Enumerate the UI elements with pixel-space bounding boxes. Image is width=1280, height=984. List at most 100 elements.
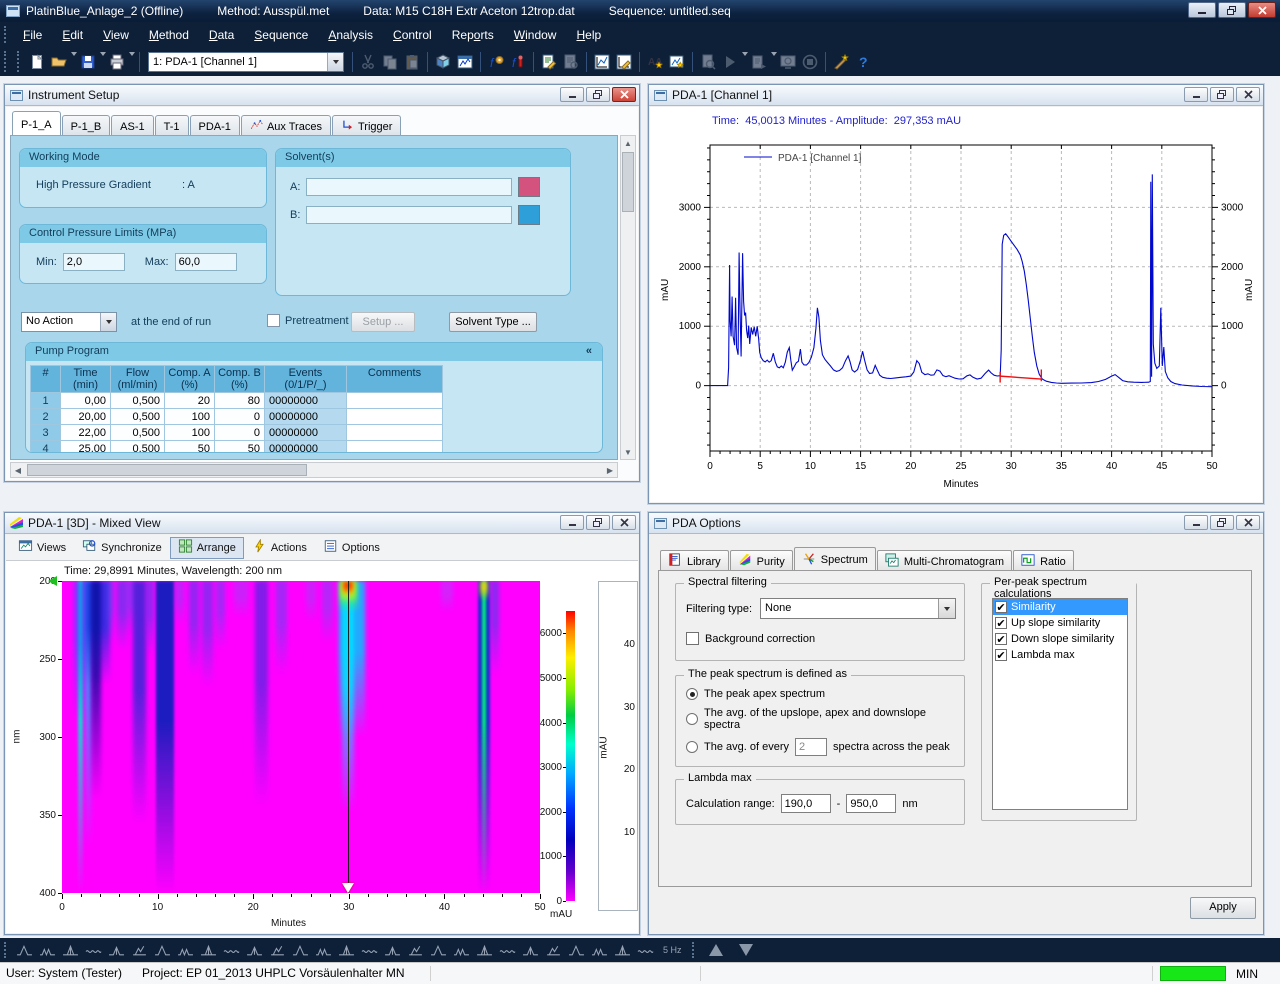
pump-table-row[interactable]: 10,000,500208000000000 — [31, 393, 443, 409]
close-button[interactable] — [1236, 515, 1260, 530]
channel-selector[interactable]: 1: PDA-1 [Channel 1] — [148, 52, 344, 72]
pump-cell[interactable]: 4 — [31, 441, 61, 454]
menu-item-analysis[interactable]: Analysis — [318, 25, 383, 45]
pump-cell[interactable]: 00000000 — [265, 409, 347, 425]
save-icon-dropdown[interactable] — [99, 56, 106, 68]
pda-options-titlebar[interactable]: PDA Options — [649, 513, 1263, 534]
solvent-type-button[interactable]: Solvent Type ... — [449, 312, 537, 332]
force-peak-icon[interactable] — [266, 941, 289, 959]
wavelength-cursor-marker[interactable] — [48, 576, 57, 586]
spectra-count-field[interactable] — [795, 738, 827, 756]
move-down-icon[interactable] — [739, 944, 753, 956]
peak-spectrum-option[interactable]: The avg. of the upslope, apex and downsl… — [686, 707, 960, 731]
threshold-peak-icon[interactable] — [588, 941, 611, 959]
menu-item-reports[interactable]: Reports — [442, 25, 504, 45]
pump-table-row[interactable]: 425,000,500505000000000 — [31, 441, 443, 454]
pump-cell[interactable]: 1 — [31, 393, 61, 409]
per-peak-item[interactable]: ✔Down slope similarity — [993, 631, 1127, 647]
chromatogram-plot[interactable]: 0510152025303540455000100010002000200030… — [654, 133, 1260, 502]
collapse-button[interactable]: « — [586, 345, 592, 361]
peak-spectrum-option[interactable]: The peak apex spectrum — [686, 688, 960, 700]
save-icon[interactable] — [77, 51, 99, 73]
scroll-left-icon[interactable]: ◀ — [11, 463, 25, 477]
scroll-up-icon[interactable]: ▲ — [621, 136, 635, 150]
tab-ratio[interactable]: Ratio — [1013, 550, 1074, 570]
pump-cell[interactable]: 00000000 — [265, 393, 347, 409]
radio-button[interactable] — [686, 741, 698, 753]
report-view-icon[interactable] — [560, 51, 582, 73]
pump-cell[interactable]: 0,500 — [111, 441, 165, 454]
pump-cell[interactable]: 3 — [31, 425, 61, 441]
per-peak-listbox[interactable]: ✔Similarity✔Up slope similarity✔Down slo… — [992, 598, 1128, 810]
options-button[interactable]: Options — [315, 537, 388, 559]
peak-spectrum-option[interactable]: The avg. of everyspectra across the peak — [686, 738, 960, 756]
restore-button[interactable] — [1210, 515, 1234, 530]
minimize-button[interactable] — [1184, 515, 1208, 530]
tangent-skim-icon[interactable] — [519, 941, 542, 959]
menubar-grip[interactable] — [4, 26, 9, 44]
tab-p-1-a[interactable]: P-1_A — [12, 111, 61, 135]
pump-cell[interactable] — [347, 425, 443, 441]
restore-button[interactable] — [586, 87, 610, 102]
toolbar-grip[interactable] — [4, 942, 9, 959]
tab-t-1[interactable]: T-1 — [155, 115, 189, 135]
per-peak-item[interactable]: ✔Similarity — [993, 599, 1127, 615]
item-checkbox[interactable]: ✔ — [995, 633, 1007, 645]
negative-peak-icon[interactable] — [404, 941, 427, 959]
pump-table-row[interactable]: 322,000,500100000000000 — [31, 425, 443, 441]
pump-cell[interactable] — [347, 441, 443, 454]
solvent-b-color-swatch[interactable] — [518, 205, 540, 225]
radio-button[interactable] — [686, 688, 698, 700]
tab-purity[interactable]: Purity — [730, 550, 793, 570]
question-peak-icon[interactable] — [634, 941, 657, 959]
vertical-scrollbar[interactable]: ▲ ▼ — [620, 135, 636, 460]
shoulder-peak-icon[interactable] — [197, 941, 220, 959]
pump-cell[interactable] — [347, 393, 443, 409]
wizard-icon[interactable] — [830, 51, 852, 73]
chromatogram-titlebar[interactable]: PDA-1 [Channel 1] — [649, 85, 1263, 106]
item-checkbox[interactable]: ✔ — [995, 601, 1007, 613]
menu-item-sequence[interactable]: Sequence — [244, 25, 318, 45]
fill-peak-icon[interactable] — [358, 941, 381, 959]
monitor-icon[interactable] — [777, 51, 799, 73]
half-peak-icon[interactable] — [473, 941, 496, 959]
toolbar-grip[interactable] — [692, 942, 697, 959]
background-correction-checkbox[interactable] — [686, 632, 699, 645]
restore-button[interactable] — [1210, 87, 1234, 102]
menu-item-control[interactable]: Control — [383, 25, 442, 45]
function-edit-icon[interactable]: f — [507, 51, 529, 73]
print-icon[interactable] — [106, 51, 128, 73]
per-peak-item[interactable]: ✔Lambda max — [993, 647, 1127, 663]
item-checkbox[interactable]: ✔ — [995, 617, 1007, 629]
pretreatment-checkbox[interactable] — [267, 314, 280, 327]
horizontal-scrollbar[interactable]: ◀ ▶ — [10, 462, 618, 478]
toolbar-grip[interactable] — [17, 51, 22, 71]
pump-cell[interactable]: 00000000 — [265, 425, 347, 441]
scroll-down-icon[interactable]: ▼ — [621, 445, 635, 459]
reset-baseline-icon[interactable] — [36, 941, 59, 959]
scrollbar-thumb[interactable] — [622, 152, 634, 212]
annotation-icon[interactable]: AA — [644, 51, 666, 73]
pump-cell[interactable]: 0,500 — [111, 409, 165, 425]
pump-cell[interactable]: 20 — [165, 393, 215, 409]
move-up-icon[interactable] — [709, 944, 723, 956]
group-peaks-icon[interactable] — [542, 941, 565, 959]
menu-item-data[interactable]: Data — [199, 25, 244, 45]
radio-button[interactable] — [686, 713, 698, 725]
menu-item-help[interactable]: Help — [566, 25, 611, 45]
move-peak-icon[interactable] — [381, 941, 404, 959]
integration-off-icon[interactable] — [611, 941, 634, 959]
manual-peak-icon[interactable] — [13, 941, 36, 959]
report-run-icon[interactable] — [748, 51, 770, 73]
split-peak-icon[interactable] — [151, 941, 174, 959]
close-button[interactable] — [612, 87, 636, 102]
minimize-button[interactable] — [1184, 87, 1208, 102]
data-3d-icon[interactable] — [432, 51, 454, 73]
pump-cell[interactable]: 80 — [215, 393, 265, 409]
solvent-a-field[interactable] — [306, 178, 512, 196]
tab-p-1-b[interactable]: P-1_B — [62, 115, 111, 135]
graph-properties-icon[interactable] — [591, 51, 613, 73]
restore-button[interactable] — [586, 515, 610, 530]
pump-cell[interactable]: 22,00 — [61, 425, 111, 441]
tab-trigger[interactable]: Trigger — [332, 115, 401, 135]
